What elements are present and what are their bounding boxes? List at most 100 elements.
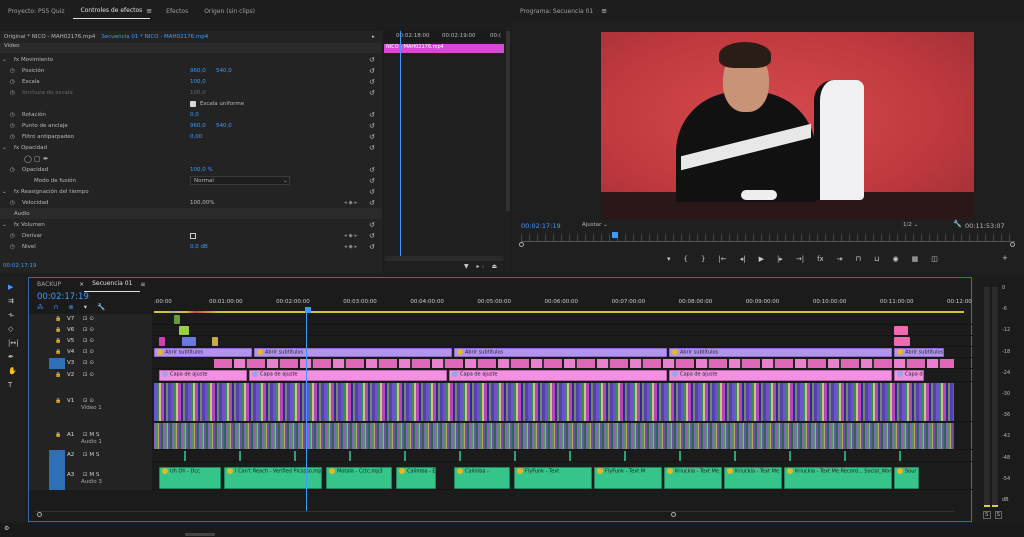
mini-scrollbar[interactable] xyxy=(384,256,504,261)
sequence-menu-icon[interactable]: ≡ xyxy=(140,281,145,288)
keyframe-nav-icon[interactable]: ◂ ◆ ▸ xyxy=(344,200,357,206)
multicam-icon[interactable]: ▦ xyxy=(912,255,919,263)
mini-timeline-tools[interactable]: ▼ ▸ᵢ ⏏ xyxy=(464,263,500,270)
param-row[interactable]: ◷ Punto de anclaje 960,0 540,0 ↺ xyxy=(0,120,382,131)
adjustment-layer-clip[interactable]: Capa de ajuste xyxy=(669,370,892,381)
track-lock-icon[interactable]: 🔒 xyxy=(55,372,61,378)
subtitle-clip[interactable]: Abrir subtítulos xyxy=(154,348,252,357)
program-scrub-bar[interactable] xyxy=(521,234,1015,242)
track-toggle-icons[interactable]: ⊡ ⊙ xyxy=(83,338,94,344)
track-toggle-icons[interactable]: ⊡ ⊙ xyxy=(83,372,94,378)
track-content[interactable] xyxy=(154,423,954,449)
step-forward-icon[interactable]: |▸ xyxy=(777,255,783,263)
stopwatch-icon[interactable]: ◷ xyxy=(10,167,15,173)
add-marker-icon[interactable]: ▾ xyxy=(667,255,671,263)
pen-tool-icon[interactable]: ✒ xyxy=(8,353,14,361)
stopwatch-icon[interactable]: ◷ xyxy=(10,79,15,85)
param-row[interactable]: ◷ Rotación 0,0 ↺ xyxy=(0,109,382,120)
track-content[interactable] xyxy=(154,337,954,346)
param-value[interactable]: Normal xyxy=(194,178,214,184)
slip-tool-icon[interactable]: |↔| xyxy=(8,339,19,347)
music-clip[interactable]: Calimba - xyxy=(454,467,510,489)
music-clip[interactable]: Kriuckia - Text Me Recd xyxy=(724,467,782,489)
stopwatch-icon[interactable]: ◷ xyxy=(10,68,15,74)
step-back-icon[interactable]: ◂| xyxy=(740,255,746,263)
marker-icon[interactable]: ▾ xyxy=(84,303,87,311)
adjustment-layer-clip[interactable]: Capa de ajuste xyxy=(449,370,667,381)
adjustment-layer-clip[interactable]: Capa de ajuste xyxy=(159,370,247,381)
track-content[interactable] xyxy=(154,326,954,335)
settings-wrench-icon[interactable]: 🔧 xyxy=(97,303,105,311)
param-row[interactable]: ◷ Escala 100,0 ↺ xyxy=(0,76,382,87)
reset-parameter-icon[interactable]: ↺ xyxy=(369,111,375,119)
track-toggle-icons[interactable]: ⊡ ⊙ xyxy=(83,327,94,333)
param-value[interactable]: 0,0 xyxy=(190,112,199,118)
effect-controls-timecode[interactable]: 00:02:17:19 xyxy=(3,263,37,269)
stopwatch-icon[interactable]: ◷ xyxy=(10,134,15,140)
param-value[interactable]: 100,0 xyxy=(190,79,206,85)
reset-parameter-icon[interactable]: ↺ xyxy=(369,199,375,207)
linked-icon[interactable]: ⊗ xyxy=(68,303,73,311)
param-row[interactable]: ◷ Filtro antiparpadeo 0,00 ↺ xyxy=(0,131,382,142)
collapse-chevron-icon[interactable]: ⌄ xyxy=(2,189,7,195)
hand-tool-icon[interactable]: ✋ xyxy=(8,367,17,375)
track-content[interactable] xyxy=(154,383,954,421)
param-value[interactable]: 100,0 % xyxy=(190,167,213,173)
mark-in-icon[interactable]: { xyxy=(684,255,688,263)
param-value[interactable]: 0,0 dB xyxy=(190,244,208,250)
zoom-handle-left[interactable] xyxy=(519,242,524,247)
timeline-playhead[interactable] xyxy=(306,311,307,511)
track-content[interactable] xyxy=(214,359,954,368)
track-content[interactable]: Abrir subtítulos Abrir subtítulos Abrir su… xyxy=(154,348,954,357)
collapse-chevron-icon[interactable]: ⌄ xyxy=(2,145,7,151)
reset-parameter-icon[interactable]: ↺ xyxy=(369,166,375,174)
uniform-scale-checkbox[interactable] xyxy=(190,100,196,107)
reset-parameter-icon[interactable]: ↺ xyxy=(369,232,375,240)
param-value[interactable]: 960,0 xyxy=(190,123,206,129)
reset-parameter-icon[interactable]: ↺ xyxy=(369,221,375,229)
reset-parameter-icon[interactable]: ↺ xyxy=(369,89,375,97)
tab-project[interactable]: Proyecto: PS5 Quiz xyxy=(0,8,73,15)
param-row[interactable]: ⌄ fx Opacidad ↺ xyxy=(0,142,382,153)
track-content[interactable]: Uh Oh - Dcc I Can't Reach - Verified Pica… xyxy=(154,463,954,489)
play-only-icon[interactable]: ▸ xyxy=(372,34,375,40)
param-value[interactable]: 0,00 xyxy=(190,134,202,140)
play-icon[interactable]: ▶ xyxy=(759,255,764,263)
track-content[interactable] xyxy=(154,315,954,324)
timeline-hscroll[interactable] xyxy=(35,511,955,517)
reset-parameter-icon[interactable]: ↺ xyxy=(369,133,375,141)
mini-clip[interactable]: NICO - MAH02176.mp4 xyxy=(384,44,504,53)
add-button-icon[interactable]: + xyxy=(1002,254,1008,262)
mini-playhead[interactable] xyxy=(400,31,401,256)
solo-left-button[interactable]: S xyxy=(983,511,991,519)
status-icon[interactable]: ⚙ xyxy=(4,525,9,532)
panel-menu-icon[interactable]: ≡ xyxy=(146,7,152,15)
zoom-handle-right[interactable] xyxy=(1010,242,1015,247)
param-row[interactable]: Modo de fusión Normal ⌄ ↺ xyxy=(0,175,382,186)
param-row[interactable]: ⌄ fx Movimiento ↺ xyxy=(0,54,382,65)
param-row[interactable]: ◷ Derivar ◂ ◆ ▸ ↺ xyxy=(0,230,382,241)
param-value-2[interactable]: 540,0 xyxy=(216,123,232,129)
music-clip[interactable]: FlyFunk - Text M xyxy=(594,467,662,489)
adjustment-layer-clip[interactable]: Capa de ajuste xyxy=(249,370,447,381)
track-mute-solo[interactable]: ⊡ M S xyxy=(83,452,99,458)
sequence-clip-label[interactable]: Secuencia 01 * NICO - MAH02176.mp4 xyxy=(101,34,208,40)
music-clip[interactable]: FlyFunk - Text xyxy=(514,467,592,489)
ripple-edit-tool-icon[interactable]: ⟛ xyxy=(8,311,14,320)
tab-effect-controls[interactable]: Controles de efectos xyxy=(72,4,151,19)
subtitle-clip[interactable]: Abrir subtítulos xyxy=(454,348,667,357)
selection-tool-icon[interactable]: ▶ xyxy=(8,283,13,291)
music-clip[interactable]: Uh Oh - Dcc xyxy=(159,467,221,489)
param-value-2[interactable]: 540,0 xyxy=(216,68,232,74)
track-target-indicator[interactable] xyxy=(49,450,65,462)
overlay-clip[interactable] xyxy=(212,337,218,346)
stopwatch-icon[interactable]: ◷ xyxy=(10,112,15,118)
fx-icon[interactable]: fx xyxy=(817,255,824,263)
collapse-chevron-icon[interactable]: ⌄ xyxy=(2,222,7,228)
music-clip[interactable]: Kriuckia - Text Me Record... Social_Wom … xyxy=(784,467,892,489)
track-toggle-icons[interactable]: ⊡ ⊙ xyxy=(83,360,94,366)
music-clip[interactable]: Calimba - E xyxy=(396,467,436,489)
mini-vscroll[interactable] xyxy=(506,31,510,211)
reset-parameter-icon[interactable]: ↺ xyxy=(369,67,375,75)
nest-icon[interactable]: ⁂ xyxy=(37,303,44,311)
